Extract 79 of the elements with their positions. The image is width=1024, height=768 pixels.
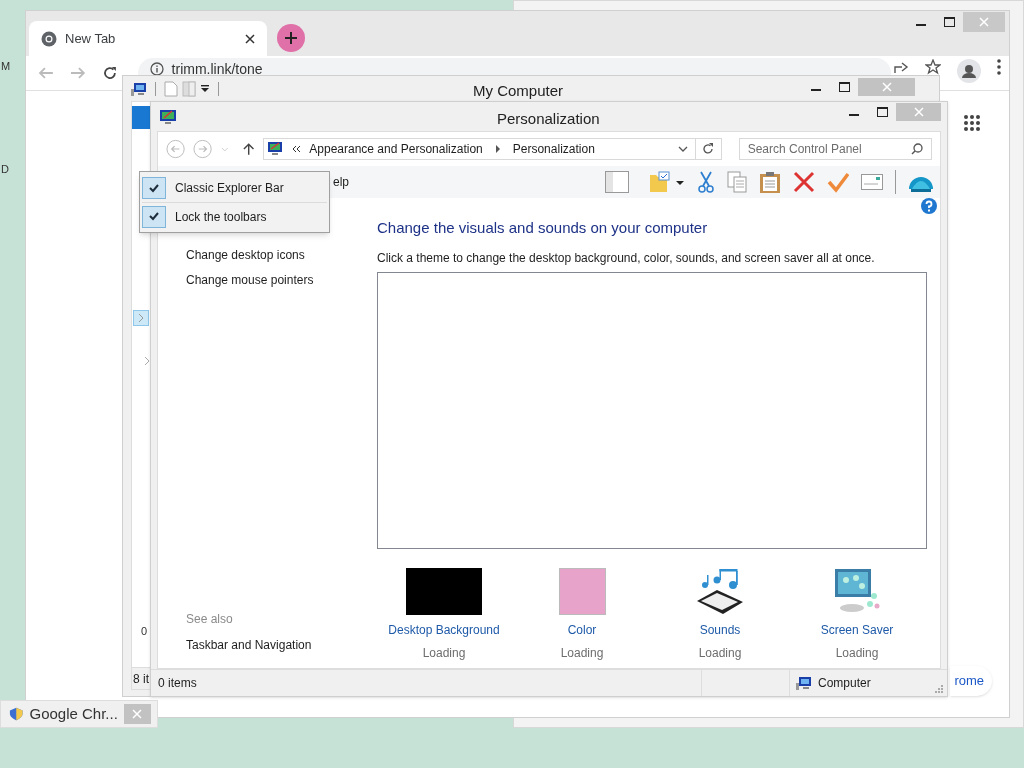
star-icon[interactable] xyxy=(925,59,941,75)
apps-grid-icon[interactable] xyxy=(963,114,981,132)
status-text: Loading xyxy=(698,644,742,662)
computer-icon xyxy=(131,81,147,96)
ribbon-tab[interactable] xyxy=(132,106,152,129)
refresh-button[interactable] xyxy=(695,138,722,160)
up-arrow-icon[interactable] xyxy=(241,142,256,156)
menu-item[interactable]: Classic Explorer Bar xyxy=(142,174,327,202)
sidebar-link[interactable]: Change desktop icons xyxy=(186,246,377,264)
info-icon xyxy=(149,62,164,76)
clipboard-icon[interactable] xyxy=(759,171,781,193)
sidebar-link[interactable]: Change mouse pointers xyxy=(186,271,377,289)
monitor-bubbles-icon[interactable] xyxy=(832,567,882,615)
section-label: See also xyxy=(186,611,234,628)
tab-title: New Tab xyxy=(65,29,117,48)
settings-link[interactable]: Desktop Background xyxy=(388,620,500,639)
checkbox[interactable] xyxy=(142,205,166,228)
status-text: Loading xyxy=(560,644,604,662)
resize-grip-icon[interactable] xyxy=(935,685,943,693)
checkmark-icon xyxy=(149,212,159,221)
desktop-icon-label[interactable]: M xyxy=(1,61,11,72)
description-text: Click a theme to change the desktop background, color, sounds, and screen saver all at once. xyxy=(377,249,876,267)
status-text: Loading xyxy=(422,644,466,662)
close-icon[interactable] xyxy=(245,33,255,44)
menu-item[interactable]: Lock the toolbars xyxy=(142,202,327,230)
help-icon[interactable] xyxy=(921,198,937,214)
settings-link[interactable]: Color xyxy=(567,620,597,639)
item-count-text: 0 xyxy=(141,624,148,639)
desktop-icon-label[interactable]: D xyxy=(1,164,9,175)
color-swatch[interactable] xyxy=(406,567,482,615)
breadcrumb-separator-icon xyxy=(494,145,501,153)
status-text: Loading xyxy=(835,644,879,662)
settings-link[interactable]: Screen Saver xyxy=(820,620,894,639)
dropdown-chevron-icon[interactable] xyxy=(677,144,688,154)
scissors-icon[interactable] xyxy=(697,171,715,193)
personalization-icon xyxy=(159,108,177,125)
breadcrumb-item[interactable]: Appearance and Personalization xyxy=(309,140,483,158)
control-panel-icon xyxy=(267,142,284,156)
shield-icon xyxy=(9,706,24,722)
address-bar[interactable]: Appearance and Personalization Personalization xyxy=(263,138,696,160)
checkmark-icon[interactable] xyxy=(827,171,849,193)
close-icon xyxy=(881,82,892,92)
maximize-icon[interactable] xyxy=(876,107,888,117)
profile-avatar-icon[interactable] xyxy=(957,59,981,83)
dropdown-icon[interactable] xyxy=(200,83,210,94)
close-icon xyxy=(132,709,143,719)
maximize-icon[interactable] xyxy=(943,17,955,27)
settings-link[interactable]: Sounds xyxy=(699,620,741,639)
more-options-icon[interactable] xyxy=(997,59,1001,75)
pane-layout-icon[interactable] xyxy=(605,171,629,193)
window-title: Personalization xyxy=(497,109,600,129)
close-icon xyxy=(913,107,924,117)
computer-icon xyxy=(796,676,812,690)
browser-tab[interactable]: New Tab xyxy=(29,21,267,56)
folder-options-icon[interactable] xyxy=(649,171,685,193)
overflow-chevron-icon xyxy=(291,144,302,154)
maximize-icon[interactable] xyxy=(838,82,850,92)
envelope-icon[interactable] xyxy=(861,174,883,190)
delete-x-icon[interactable] xyxy=(793,171,815,193)
checkbox[interactable] xyxy=(142,177,166,199)
breadcrumb-item[interactable]: Personalization xyxy=(512,140,595,158)
chrome-logo-icon xyxy=(41,30,57,47)
new-tab-button[interactable] xyxy=(277,24,305,52)
see-also-link[interactable]: Taskbar and Navigation xyxy=(186,636,377,654)
customize-button[interactable]: rome xyxy=(950,666,992,696)
taskbar-thumbnail[interactable]: Google Chr... xyxy=(0,700,158,728)
search-input[interactable]: Search Control Panel xyxy=(747,140,911,158)
music-keyboard-icon[interactable] xyxy=(695,567,745,615)
search-icon xyxy=(910,143,923,155)
search-field[interactable]: Search Control Panel xyxy=(738,138,932,160)
color-swatch[interactable] xyxy=(558,567,606,615)
location-text: Computer xyxy=(818,675,871,692)
checkmark-icon xyxy=(149,183,159,193)
plus-icon xyxy=(284,31,298,45)
menu-item[interactable]: elp xyxy=(333,173,349,191)
reload-icon[interactable] xyxy=(101,65,118,81)
close-icon xyxy=(979,17,989,27)
refresh-icon xyxy=(702,143,715,155)
page-heading: Change the visuals and sounds on your computer xyxy=(377,218,709,238)
